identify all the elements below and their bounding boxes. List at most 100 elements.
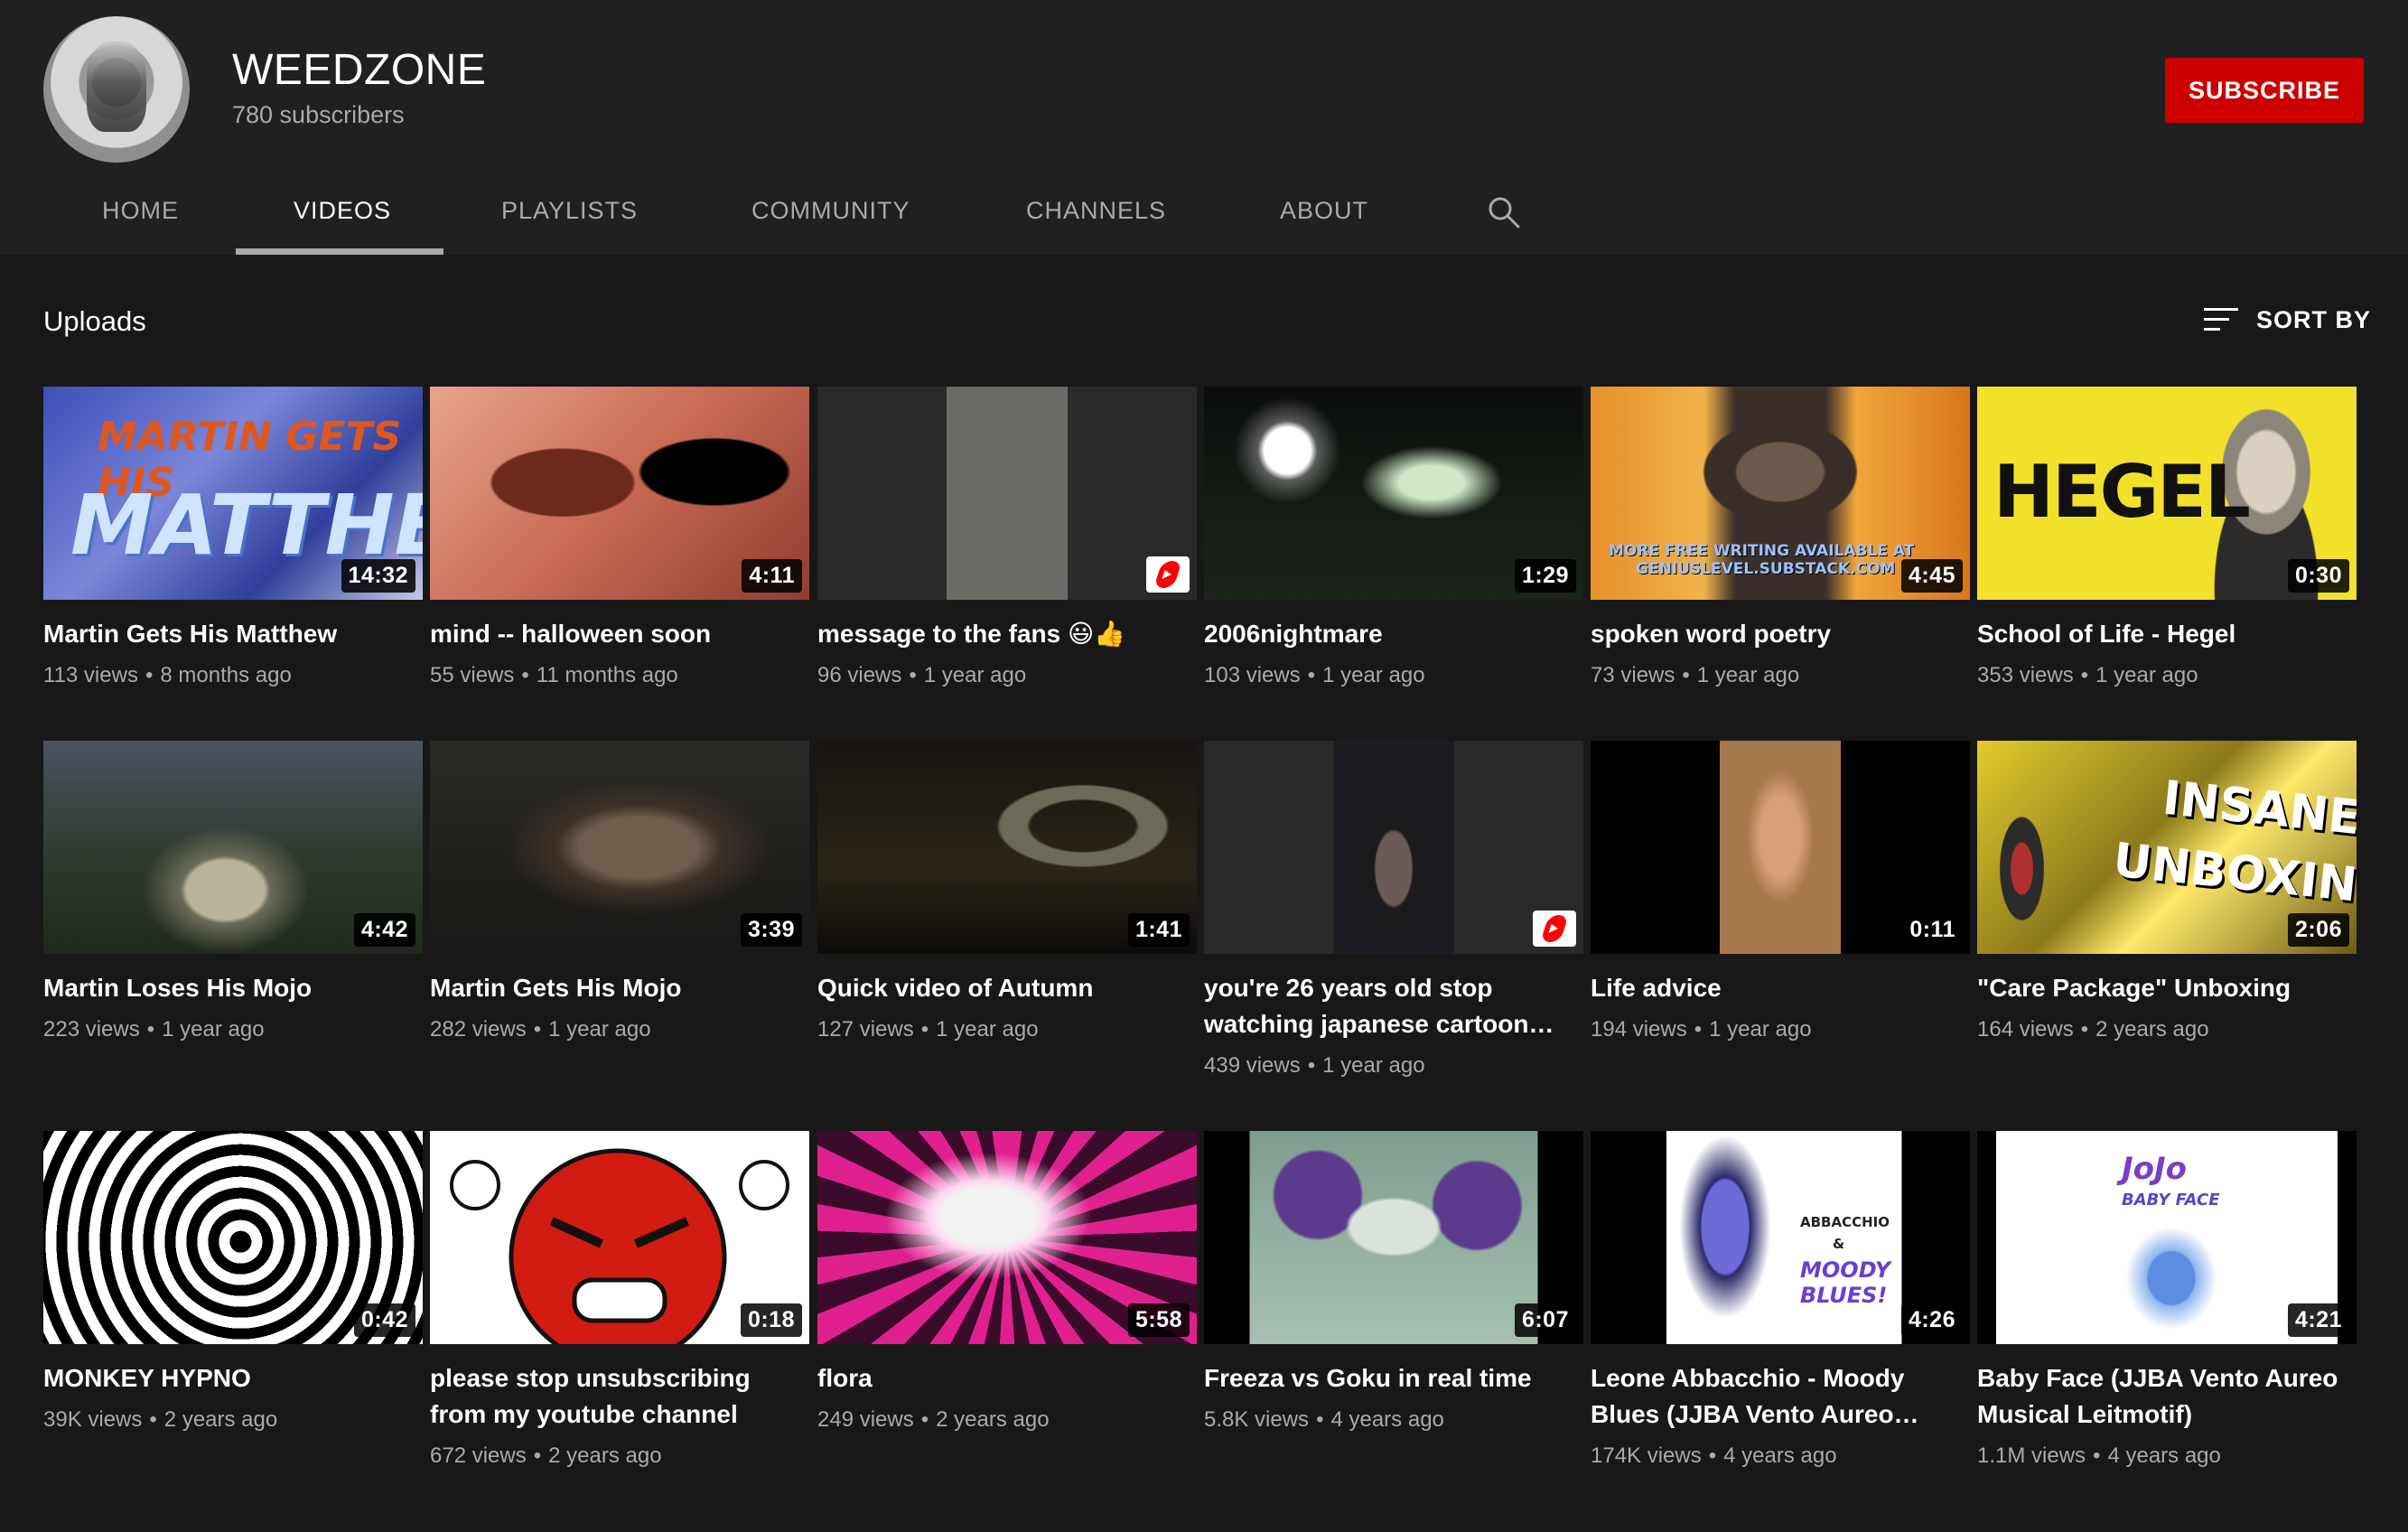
video-title[interactable]: Freeza vs Goku in real time <box>1204 1360 1583 1397</box>
video-thumbnail[interactable]: 0:42 <box>43 1131 423 1344</box>
video-duration: 4:11 <box>742 559 802 593</box>
channel-header: WEEDZONE 780 subscribers SUBSCRIBE HOME … <box>0 0 2408 255</box>
video-card: 6:07 Freeza vs Goku in real time 5.8K vi… <box>1204 1131 1583 1433</box>
video-title[interactable]: "Care Package" Unboxing <box>1977 970 2357 1006</box>
video-thumbnail[interactable]: 5:58 <box>817 1131 1197 1344</box>
video-title[interactable]: MONKEY HYPNO <box>43 1360 423 1397</box>
video-meta: 439 views • 1 year ago <box>1204 1053 1425 1078</box>
video-duration: 0:42 <box>353 1303 415 1337</box>
video-card: ABBACCHIO & MOODY BLUES! 4:26 Leone Abba… <box>1591 1131 1970 1469</box>
search-icon[interactable] <box>1486 194 1522 230</box>
video-title[interactable]: Leone Abbacchio - Moody Blues (JJBA Vent… <box>1591 1360 1970 1433</box>
video-meta: 96 views • 1 year ago <box>817 663 1027 687</box>
video-card: HEGEL 0:30 School of Life - Hegel 353 vi… <box>1977 387 2357 688</box>
video-thumbnail[interactable]: 6:07 <box>1204 1131 1583 1344</box>
video-thumbnail[interactable]: MARTIN GETS HIS MATTHEW 14:32 <box>43 387 423 600</box>
video-card: 4:42 Martin Loses His Mojo 223 views • 1 y… <box>43 741 423 1042</box>
view-count: 249 views <box>817 1407 914 1432</box>
video-meta: 5.8K views • 4 years ago <box>1204 1407 1444 1432</box>
upload-age: 2 years ago <box>548 1443 662 1468</box>
subscribe-button[interactable]: SUBSCRIBE <box>2165 58 2364 123</box>
video-thumbnail[interactable]: 4:11 <box>430 387 809 600</box>
thumb-caption-2: GENIUSLEVEL.SUBSTACK.COM <box>1636 560 1896 578</box>
video-card: 0:18 please stop unsubscribing from my y… <box>430 1131 809 1469</box>
video-title[interactable]: message to the fans 😃👍 <box>817 616 1197 652</box>
video-duration: 2:06 <box>2287 913 2349 947</box>
video-meta: 39K views • 2 years ago <box>43 1407 278 1432</box>
video-duration: 6:07 <box>1514 1303 1576 1337</box>
video-title[interactable]: spoken word poetry <box>1591 616 1970 652</box>
view-count: 1.1M views <box>1977 1443 2086 1468</box>
video-thumbnail[interactable]: MORE FREE WRITING AVAILABLE AT GENIUSLEV… <box>1591 387 1970 600</box>
view-count: 353 views <box>1977 663 2074 687</box>
video-meta: 194 views • 1 year ago <box>1591 1017 1812 1042</box>
video-thumbnail[interactable]: 3:39 <box>430 741 809 954</box>
upload-age: 1 year ago <box>923 663 1027 687</box>
upload-age: 4 years ago <box>2107 1443 2221 1468</box>
tab-channels[interactable]: CHANNELS <box>1026 176 1166 255</box>
channel-avatar[interactable] <box>43 16 190 163</box>
video-thumbnail[interactable]: 0:11 <box>1591 741 1970 954</box>
view-count: 194 views <box>1591 1017 1687 1042</box>
upload-age: 1 year ago <box>548 1017 651 1042</box>
video-duration: 3:39 <box>740 913 802 947</box>
video-meta: 174K views • 4 years ago <box>1591 1443 1837 1468</box>
video-title[interactable]: Martin Loses His Mojo <box>43 970 423 1006</box>
video-title[interactable]: Baby Face (JJBA Vento Aureo Musical Leit… <box>1977 1360 2357 1433</box>
video-thumbnail[interactable] <box>817 387 1197 600</box>
video-title[interactable]: Martin Gets His Mojo <box>430 970 809 1006</box>
video-thumbnail[interactable]: 4:42 <box>43 741 423 954</box>
sort-by-button[interactable]: SORT BY <box>2204 302 2371 338</box>
video-duration: 4:42 <box>353 913 415 947</box>
video-meta: 353 views • 1 year ago <box>1977 663 2198 687</box>
subscriber-count: 780 subscribers <box>232 101 405 128</box>
video-thumbnail[interactable]: JoJo BABY FACE 4:21 <box>1977 1131 2357 1344</box>
tab-videos[interactable]: VIDEOS <box>294 176 391 255</box>
video-title[interactable]: please stop unsubscribing from my youtub… <box>430 1360 809 1433</box>
video-title[interactable]: Quick video of Autumn <box>817 970 1197 1006</box>
shorts-icon <box>1146 556 1190 593</box>
video-duration: 4:21 <box>2287 1303 2349 1337</box>
video-title[interactable]: 2006nightmare <box>1204 616 1583 652</box>
video-duration: 4:26 <box>1900 1303 1963 1337</box>
video-duration: 0:30 <box>2287 559 2349 593</box>
video-duration: 1:41 <box>1127 913 1190 947</box>
view-count: 174K views <box>1591 1443 1702 1468</box>
video-meta: 223 views • 1 year ago <box>43 1017 265 1042</box>
upload-age: 11 months ago <box>536 663 678 687</box>
view-count: 672 views <box>430 1443 527 1468</box>
video-card: 0:11 Life advice 194 views • 1 year ago <box>1591 741 1970 1042</box>
video-thumbnail[interactable] <box>1204 741 1583 954</box>
upload-age: 4 years ago <box>1330 1407 1444 1432</box>
upload-age: 8 months ago <box>160 663 292 687</box>
video-thumbnail[interactable]: 0:18 <box>430 1131 809 1344</box>
tab-home[interactable]: HOME <box>102 176 179 255</box>
video-duration: 14:32 <box>341 559 415 593</box>
video-duration: 1:29 <box>1514 559 1576 593</box>
video-title[interactable]: flora <box>817 1360 1197 1397</box>
view-count: 223 views <box>43 1017 140 1042</box>
thumb-text-babyface: BABY FACE <box>2122 1191 2220 1210</box>
upload-age: 1 year ago <box>162 1017 265 1042</box>
video-title[interactable]: Martin Gets His Matthew <box>43 616 423 652</box>
upload-age: 1 year ago <box>936 1017 1039 1042</box>
tab-about[interactable]: ABOUT <box>1280 176 1368 255</box>
video-thumbnail[interactable]: HEGEL 0:30 <box>1977 387 2357 600</box>
video-title[interactable]: mind -- halloween soon <box>430 616 809 652</box>
upload-age: 1 year ago <box>1322 1053 1425 1078</box>
video-thumbnail[interactable]: ABBACCHIO & MOODY BLUES! 4:26 <box>1591 1131 1970 1344</box>
video-thumbnail[interactable]: INSANE UNBOXING! 2:06 <box>1977 741 2357 954</box>
view-count: 39K views <box>43 1407 143 1432</box>
video-title[interactable]: School of Life - Hegel <box>1977 616 2357 652</box>
video-thumbnail[interactable]: 1:29 <box>1204 387 1583 600</box>
upload-age: 1 year ago <box>2095 663 2198 687</box>
tab-community[interactable]: COMMUNITY <box>751 176 910 255</box>
view-count: 103 views <box>1204 663 1301 687</box>
video-title[interactable]: you're 26 years old stop watching japane… <box>1204 970 1583 1042</box>
video-meta: 282 views • 1 year ago <box>430 1017 651 1042</box>
upload-age: 4 years ago <box>1723 1443 1837 1468</box>
video-thumbnail[interactable]: 1:41 <box>817 741 1197 954</box>
view-count: 164 views <box>1977 1017 2074 1042</box>
tab-playlists[interactable]: PLAYLISTS <box>501 176 638 255</box>
video-title[interactable]: Life advice <box>1591 970 1970 1006</box>
